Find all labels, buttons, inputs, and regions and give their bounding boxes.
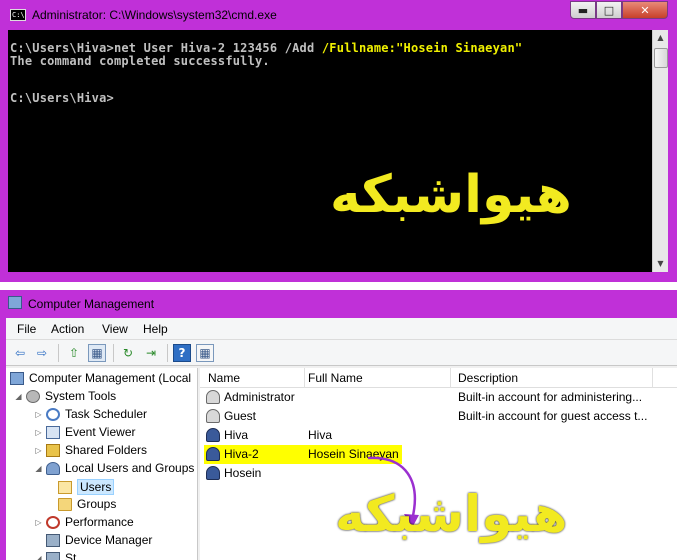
table-row[interactable]: Hiva Hiva bbox=[200, 426, 677, 445]
console-tree: Computer Management (Local ◢ System Tools… bbox=[6, 368, 198, 560]
console-line-command: C:\Users\Hiva>net User Hiva-2 123456 /Ad… bbox=[10, 41, 522, 55]
collapse-icon[interactable]: ◢ bbox=[14, 392, 23, 401]
tree-item-task-scheduler[interactable]: ▷ Task Scheduler bbox=[34, 407, 147, 421]
menu-view[interactable]: View bbox=[102, 322, 128, 336]
tree-item-device-manager[interactable]: Device Manager bbox=[46, 533, 152, 547]
user-name: Hiva-2 bbox=[224, 447, 259, 461]
tree-item-shared-folders[interactable]: ▷ Shared Folders bbox=[34, 443, 147, 457]
computer-management-window: Computer Management File Action View Hel… bbox=[0, 290, 677, 560]
user-icon bbox=[206, 409, 220, 423]
close-button[interactable]: ✕ bbox=[622, 1, 668, 19]
user-name: Guest bbox=[224, 409, 257, 423]
user-name: Hosein bbox=[224, 466, 262, 480]
cm-client-area: File Action View Help ⇦ ⇨ ⇧ ▦ ↻ ⇥ ? ▦ Co… bbox=[6, 318, 677, 560]
forward-arrow-icon[interactable]: ⇨ bbox=[33, 344, 51, 362]
toolbar-divider bbox=[167, 344, 168, 362]
cmd-scrollbar[interactable]: ▲ ▼ bbox=[652, 30, 668, 272]
cmd-app-icon[interactable]: C:\ bbox=[10, 9, 26, 21]
tools-icon bbox=[26, 389, 40, 403]
user-icon bbox=[206, 390, 220, 404]
table-row[interactable]: Hiva-2 Hosein Sinaeyan bbox=[200, 445, 677, 464]
toolbar: ⇦ ⇨ ⇧ ▦ ↻ ⇥ ? ▦ bbox=[6, 340, 677, 366]
tree-item-system-tools[interactable]: ◢ System Tools bbox=[14, 389, 116, 403]
user-name: Administrator bbox=[224, 390, 295, 404]
user-full-name: Hiva bbox=[308, 428, 333, 442]
user-icon bbox=[206, 447, 220, 461]
users-group-icon bbox=[46, 461, 60, 475]
cmd-titlebar[interactable]: C:\ Administrator: C:\Windows\system32\c… bbox=[0, 0, 677, 30]
user-icon bbox=[206, 428, 220, 442]
device-manager-icon bbox=[46, 533, 60, 547]
expand-icon[interactable]: ▷ bbox=[34, 518, 43, 527]
computer-icon bbox=[10, 371, 24, 385]
back-arrow-icon[interactable]: ⇦ bbox=[11, 344, 29, 362]
console-fullname-arg: /Fullname:"Hosein Sinaeyan" bbox=[321, 41, 523, 55]
user-name: Hiva bbox=[224, 428, 249, 442]
table-row[interactable]: Administrator Built-in account for admin… bbox=[200, 388, 677, 407]
user-description: Built-in account for administering... bbox=[458, 390, 643, 404]
shared-folder-icon bbox=[46, 443, 60, 457]
collapse-icon[interactable]: ◢ bbox=[34, 464, 43, 473]
console-line-prompt: C:\Users\Hiva> bbox=[10, 91, 114, 105]
expand-icon[interactable]: ▷ bbox=[34, 410, 43, 419]
folder-icon bbox=[58, 497, 72, 511]
cmd-console[interactable]: C:\Users\Hiva>net User Hiva-2 123456 /Ad… bbox=[8, 30, 652, 272]
folder-icon bbox=[58, 480, 72, 494]
toolbar-divider bbox=[113, 344, 114, 362]
column-header-name[interactable]: Name bbox=[208, 371, 240, 385]
menu-bar: File Action View Help bbox=[6, 318, 677, 340]
console-command-text: C:\Users\Hiva>net User Hiva-2 123456 /Ad… bbox=[10, 41, 322, 55]
expand-icon[interactable]: ▷ bbox=[34, 428, 43, 437]
expand-icon[interactable]: ◢ bbox=[34, 554, 43, 560]
minimize-button[interactable]: ▬ bbox=[570, 1, 596, 19]
menu-action[interactable]: Action bbox=[51, 322, 84, 336]
cmd-window: C:\ Administrator: C:\Windows\system32\c… bbox=[0, 0, 677, 282]
cmd-window-title: Administrator: C:\Windows\system32\cmd.e… bbox=[32, 8, 277, 22]
tree-item-storage[interactable]: ◢ St bbox=[34, 551, 76, 560]
column-divider[interactable] bbox=[304, 368, 305, 388]
tree-item-local-users-groups[interactable]: ◢ Local Users and Groups bbox=[34, 461, 194, 475]
show-hide-tree-icon[interactable]: ▦ bbox=[88, 344, 106, 362]
users-list: Name Full Name Description Administrator… bbox=[200, 368, 677, 560]
user-icon bbox=[206, 466, 220, 480]
table-row[interactable]: Guest Built-in account for guest access … bbox=[200, 407, 677, 426]
export-list-icon[interactable]: ⇥ bbox=[142, 344, 160, 362]
up-folder-icon[interactable]: ⇧ bbox=[65, 344, 83, 362]
show-hide-action-pane-icon[interactable]: ▦ bbox=[196, 344, 214, 362]
table-row[interactable]: Hosein bbox=[200, 464, 677, 483]
list-header: Name Full Name Description bbox=[200, 368, 677, 388]
storage-icon bbox=[46, 551, 60, 560]
tree-item-event-viewer[interactable]: ▷ Event Viewer bbox=[34, 425, 135, 439]
console-line-result: The command completed successfully. bbox=[10, 54, 270, 68]
toolbar-divider bbox=[58, 344, 59, 362]
tree-item-groups[interactable]: Groups bbox=[58, 497, 116, 511]
computer-management-icon[interactable] bbox=[8, 296, 22, 309]
tree-item-performance[interactable]: ▷ Performance bbox=[34, 515, 133, 529]
help-icon[interactable]: ? bbox=[173, 344, 191, 362]
tree-item-users[interactable]: Users bbox=[58, 479, 115, 495]
user-description: Built-in account for guest access t... bbox=[458, 409, 648, 423]
scroll-up-arrow-icon[interactable]: ▲ bbox=[653, 30, 668, 46]
menu-file[interactable]: File bbox=[17, 322, 36, 336]
expand-icon[interactable]: ▷ bbox=[34, 446, 43, 455]
column-divider[interactable] bbox=[652, 368, 653, 388]
clock-icon bbox=[46, 407, 60, 421]
tree-item-users-label: Users bbox=[77, 479, 115, 495]
event-viewer-icon bbox=[46, 425, 60, 439]
cmd-watermark-logo: هیواشبکه bbox=[330, 165, 572, 225]
tree-item-computer-management[interactable]: Computer Management (Local bbox=[10, 371, 191, 385]
performance-icon bbox=[46, 515, 60, 529]
refresh-icon[interactable]: ↻ bbox=[119, 344, 137, 362]
column-header-full-name[interactable]: Full Name bbox=[308, 371, 363, 385]
scroll-down-arrow-icon[interactable]: ▼ bbox=[653, 256, 668, 272]
list-watermark-logo: هیواشبکه bbox=[335, 485, 568, 543]
maximize-button[interactable]: □ bbox=[596, 1, 622, 19]
cm-window-title: Computer Management bbox=[28, 297, 155, 311]
column-header-description[interactable]: Description bbox=[458, 371, 518, 385]
menu-help[interactable]: Help bbox=[143, 322, 168, 336]
column-divider[interactable] bbox=[450, 368, 451, 388]
scroll-thumb[interactable] bbox=[654, 48, 668, 68]
